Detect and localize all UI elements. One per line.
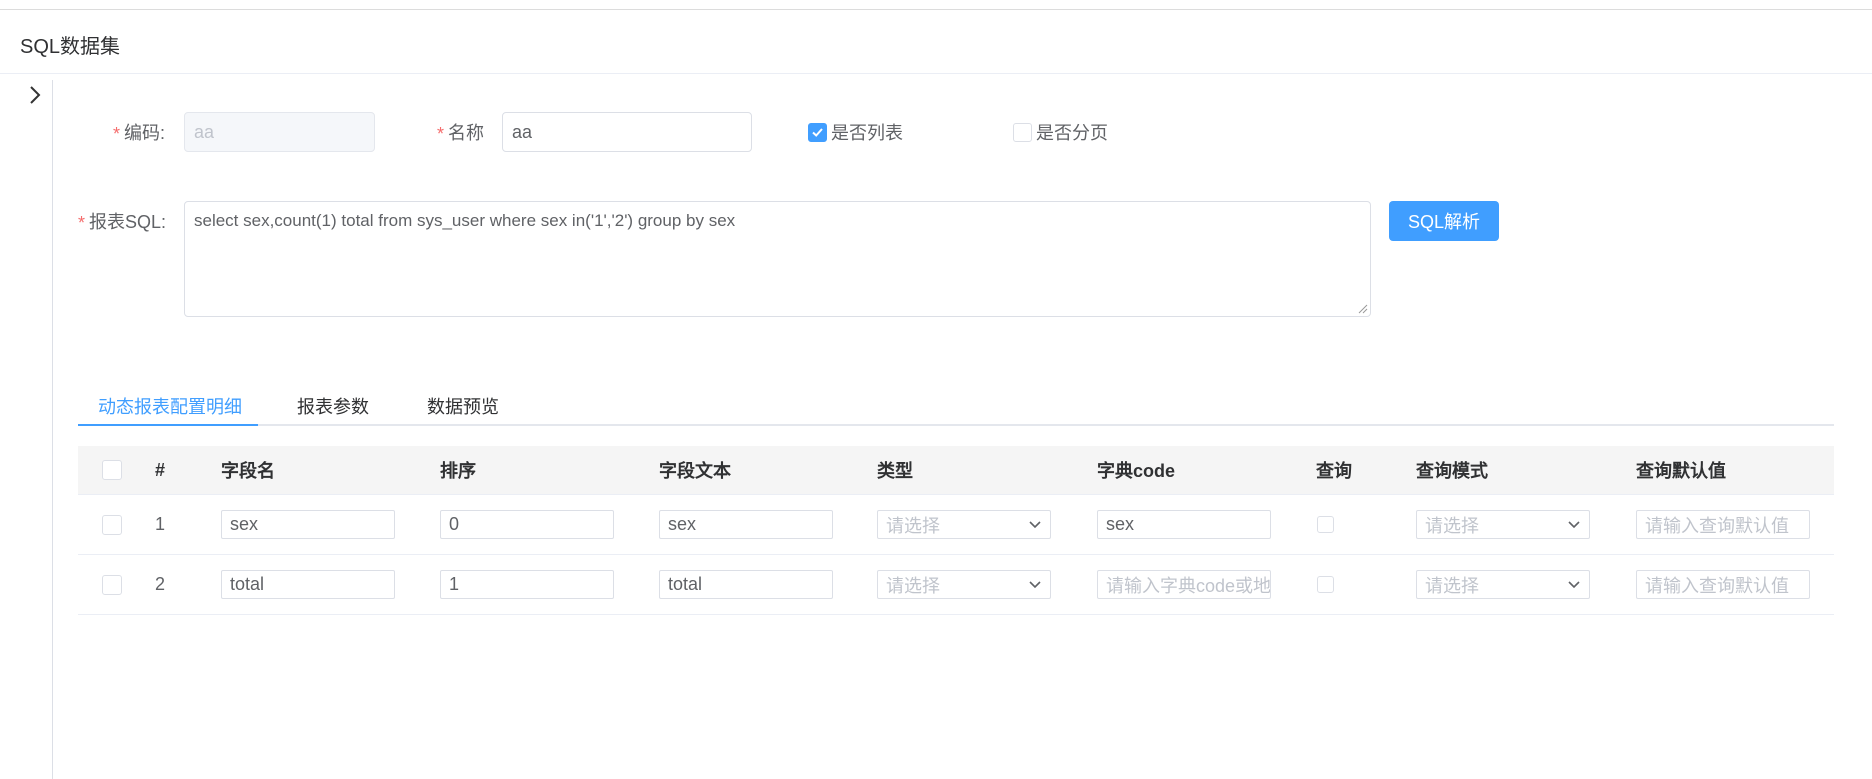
sidebar-divider	[52, 80, 53, 779]
is-list-checkbox[interactable]: 是否列表	[808, 120, 903, 144]
is-paged-checkbox[interactable]: 是否分页	[1013, 120, 1108, 144]
is-paged-label: 是否分页	[1036, 123, 1108, 143]
checkbox-box[interactable]	[808, 122, 827, 142]
default-value-input[interactable]: 请输入查询默认值	[1636, 570, 1810, 599]
row-index: 1	[155, 514, 166, 534]
chevron-down-icon	[1567, 520, 1581, 530]
field-text-input[interactable]: sex	[659, 510, 833, 539]
query-checkbox[interactable]	[1317, 516, 1334, 533]
tab-active-indicator	[78, 424, 258, 426]
column-header: 字段文本	[659, 461, 731, 481]
required-mark: *	[437, 123, 445, 144]
field-name-input[interactable]: total	[221, 570, 395, 599]
type-select[interactable]: 请选择	[877, 570, 1051, 599]
code-label-text: 编码:	[124, 123, 166, 143]
query-mode-select-value: 请选择	[1425, 515, 1479, 536]
sidebar-toggle-button[interactable]	[24, 82, 46, 108]
field-config-table: # 字段名 排序 字段文本 类型 字典code 查询 查询模式 查询默认值 1 …	[78, 446, 1834, 615]
tab-report-params[interactable]: 报表参数	[297, 385, 369, 426]
name-label: * 名称	[437, 112, 484, 152]
column-header: 查询模式	[1416, 461, 1488, 481]
column-header: 查询默认值	[1636, 461, 1726, 481]
row-select-checkbox[interactable]	[102, 514, 122, 535]
tab-report-config[interactable]: 动态报表配置明细	[98, 385, 242, 426]
column-header: 字典code	[1097, 461, 1176, 481]
tab-bar: 动态报表配置明细 报表参数 数据预览	[78, 385, 1834, 426]
chevron-down-icon	[1028, 520, 1042, 530]
table-row: 1 sex 0 sex 请选择 sex 请选择 请输入查询默认值	[78, 495, 1834, 555]
checkbox-box[interactable]	[1013, 122, 1032, 142]
check-icon	[812, 127, 823, 137]
code-input[interactable]: aa	[184, 112, 375, 152]
chevron-down-icon	[1028, 580, 1042, 590]
default-value-input[interactable]: 请输入查询默认值	[1636, 510, 1810, 539]
chevron-right-icon	[30, 86, 41, 104]
code-label: * 编码:	[113, 112, 165, 152]
page-header: SQL数据集	[0, 10, 1872, 74]
required-mark: *	[113, 123, 121, 144]
resize-handle-icon[interactable]	[1358, 304, 1368, 314]
sql-textarea-value: select sex,count(1) total from sys_user …	[194, 211, 736, 230]
column-header: #	[155, 459, 166, 480]
name-label-text: 名称	[448, 123, 485, 143]
required-mark: *	[78, 212, 86, 233]
tab-data-preview[interactable]: 数据预览	[427, 385, 499, 426]
name-input[interactable]: aa	[502, 112, 752, 152]
column-header: 排序	[440, 461, 476, 481]
select-all-cell	[102, 446, 122, 494]
sql-parse-button[interactable]: SQL解析	[1389, 201, 1499, 241]
code-input-value: aa	[194, 121, 215, 142]
sql-label: * 报表SQL:	[78, 201, 166, 241]
is-list-label: 是否列表	[831, 123, 903, 143]
table-row: 2 total 1 total 请选择 请输入字典code或地 请选择 请输入查…	[78, 555, 1834, 615]
sql-label-text: 报表SQL:	[89, 212, 167, 232]
field-name-input[interactable]: sex	[221, 510, 395, 539]
name-input-value: aa	[512, 121, 533, 142]
chevron-down-icon	[1567, 580, 1581, 590]
dict-code-input[interactable]: 请输入字典code或地	[1097, 570, 1271, 599]
query-mode-select-value: 请选择	[1425, 575, 1479, 596]
column-header: 字段名	[221, 461, 275, 481]
column-header: 查询	[1316, 461, 1352, 481]
query-mode-select[interactable]: 请选择	[1416, 510, 1590, 539]
order-input[interactable]: 0	[440, 510, 614, 539]
field-text-input[interactable]: total	[659, 570, 833, 599]
row-select-checkbox[interactable]	[102, 574, 122, 595]
query-checkbox[interactable]	[1317, 576, 1334, 593]
row-index: 2	[155, 574, 166, 594]
type-select-value: 请选择	[886, 575, 940, 596]
page-title: SQL数据集	[20, 36, 121, 58]
type-select[interactable]: 请选择	[877, 510, 1051, 539]
table-header: # 字段名 排序 字段文本 类型 字典code 查询 查询模式 查询默认值	[78, 446, 1834, 495]
select-all-checkbox[interactable]	[102, 460, 122, 480]
sql-textarea[interactable]: select sex,count(1) total from sys_user …	[184, 201, 1371, 317]
column-header: 类型	[877, 461, 913, 481]
query-mode-select[interactable]: 请选择	[1416, 570, 1590, 599]
type-select-value: 请选择	[886, 515, 940, 536]
order-input[interactable]: 1	[440, 570, 614, 599]
dict-code-input[interactable]: sex	[1097, 510, 1271, 539]
